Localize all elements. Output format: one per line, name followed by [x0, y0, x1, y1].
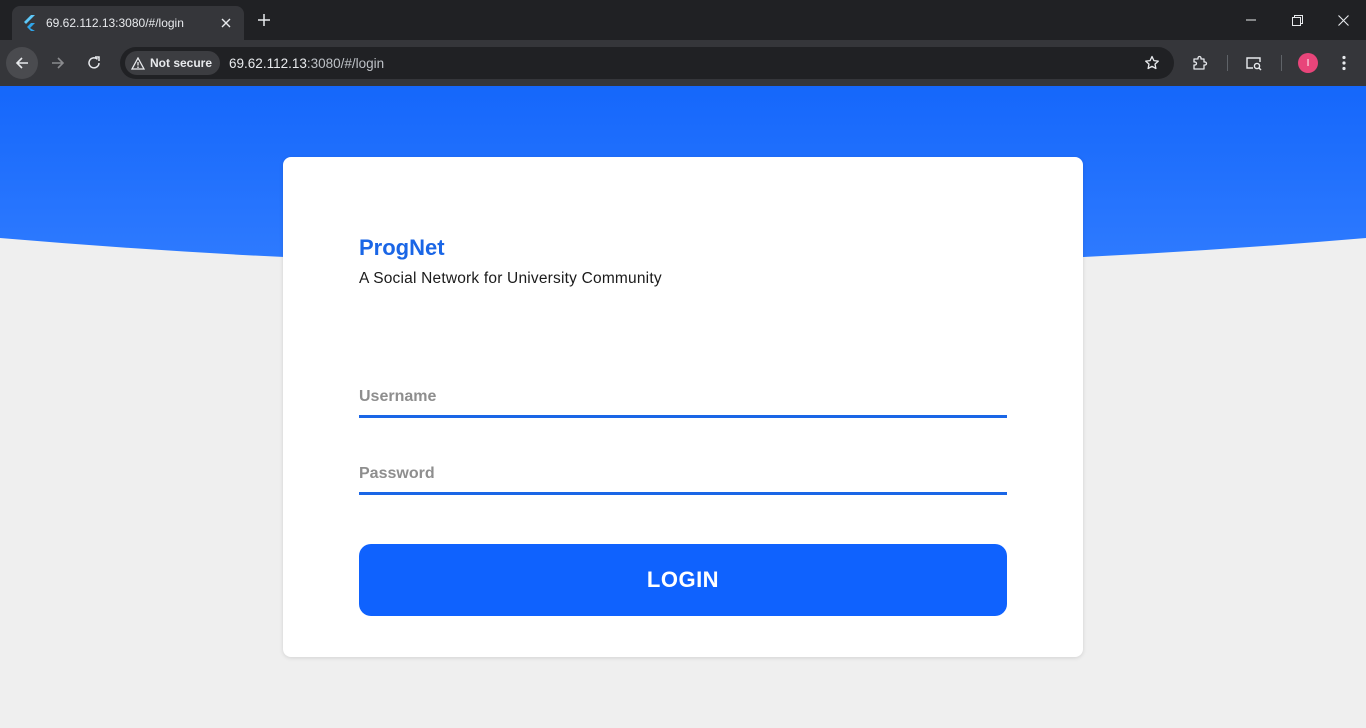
- forward-arrow-icon[interactable]: [42, 47, 74, 79]
- tab-title: 69.62.112.13:3080/#/login: [46, 16, 184, 30]
- app-brand: ProgNet: [359, 235, 445, 260]
- kebab-menu-icon[interactable]: [1328, 47, 1360, 79]
- reload-icon[interactable]: [78, 47, 110, 79]
- tab-strip: 69.62.112.13:3080/#/login: [0, 0, 1366, 40]
- restore-icon[interactable]: [1287, 10, 1307, 30]
- extension-puzzle-icon[interactable]: [1184, 47, 1216, 79]
- star-icon[interactable]: [1144, 55, 1160, 76]
- app-tagline: A Social Network for University Communit…: [359, 270, 662, 287]
- toolbar-divider: [1227, 55, 1228, 71]
- plus-icon[interactable]: [254, 10, 274, 30]
- flutter-favicon-icon: [22, 15, 38, 31]
- url-path: :3080/#/login: [306, 55, 385, 71]
- username-input[interactable]: [359, 378, 1007, 418]
- minimize-icon[interactable]: [1241, 10, 1261, 30]
- toolbar-divider: [1281, 55, 1282, 71]
- back-arrow-icon[interactable]: [6, 47, 38, 79]
- url-host: 69.62.112.13: [229, 55, 307, 71]
- address-bar[interactable]: Not secure 69.62.112.13:3080/#/login: [120, 47, 1174, 79]
- profile-avatar[interactable]: I: [1298, 53, 1318, 73]
- cast-search-icon[interactable]: [1238, 47, 1270, 79]
- browser-toolbar: Not secure 69.62.112.13:3080/#/login: [0, 40, 1366, 86]
- security-label: Not secure: [150, 56, 213, 70]
- close-window-icon[interactable]: [1333, 10, 1353, 30]
- login-page: ProgNet A Social Network for University …: [0, 86, 1366, 728]
- browser-tab[interactable]: 69.62.112.13:3080/#/login: [12, 6, 244, 40]
- url-text: 69.62.112.13:3080/#/login: [229, 56, 384, 71]
- close-icon[interactable]: [218, 15, 234, 31]
- warning-triangle-icon: [131, 56, 145, 70]
- password-input[interactable]: [359, 455, 1007, 495]
- login-card: ProgNet A Social Network for University …: [283, 157, 1083, 657]
- login-button[interactable]: LOGIN: [359, 544, 1007, 616]
- security-indicator[interactable]: Not secure: [125, 51, 221, 75]
